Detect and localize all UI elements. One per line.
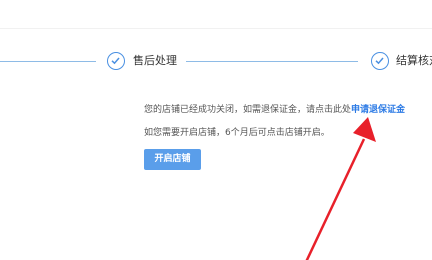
annotation-arrow xyxy=(305,117,376,260)
